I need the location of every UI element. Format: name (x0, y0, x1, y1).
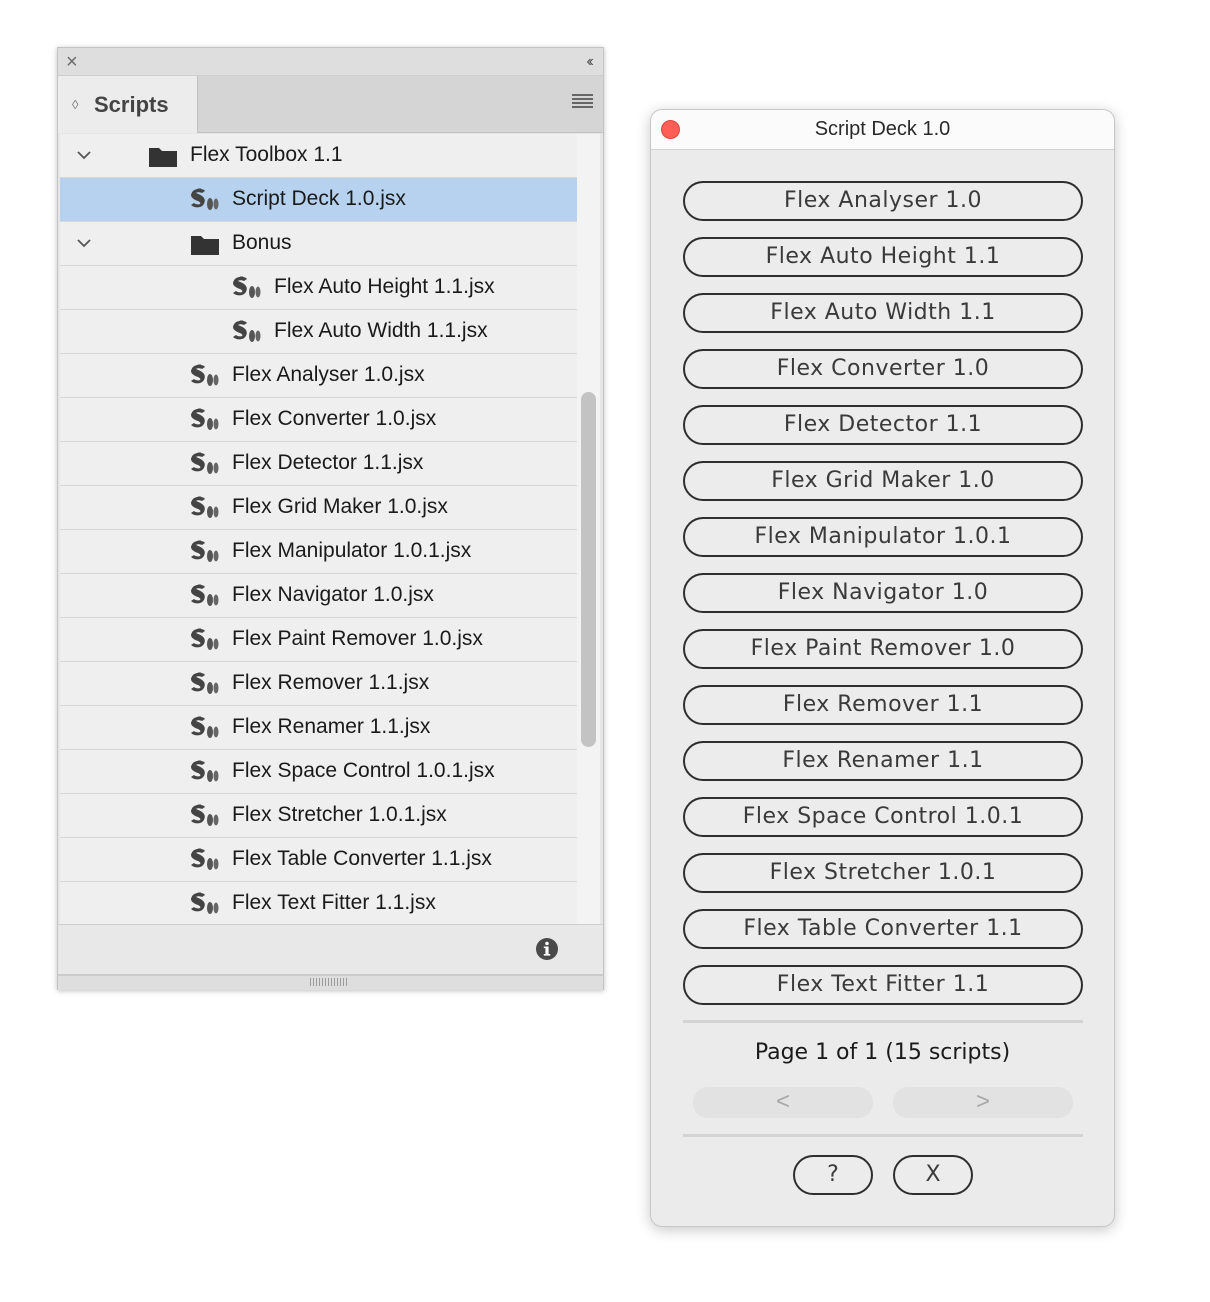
tree-list: Flex Toolbox 1.1 Script Deck 1.0.jsx Bonus… (60, 134, 577, 924)
hamburger-menu-icon[interactable] (572, 94, 593, 108)
folder-icon (190, 232, 220, 256)
prev-page-button[interactable]: < (693, 1087, 873, 1118)
script-icon (190, 716, 220, 740)
tree-script-row[interactable]: Flex Analyser 1.0.jsx (60, 354, 577, 398)
script-button[interactable]: Flex Navigator 1.0 (683, 573, 1083, 613)
script-button-list: Flex Analyser 1.0 Flex Auto Height 1.1 Fle… (683, 181, 1083, 1021)
updown-chevron-icon: ◊ (72, 97, 79, 112)
dialog-title-bar: Script Deck 1.0 (651, 110, 1114, 150)
tree-item-label: Flex Toolbox 1.1 (190, 143, 343, 166)
grip-lines (310, 978, 348, 986)
script-button[interactable]: Flex Manipulator 1.0.1 (683, 517, 1083, 557)
tree-item-label: Flex Grid Maker 1.0.jsx (232, 495, 448, 518)
tree-scrollbar[interactable] (577, 134, 600, 924)
tree-script-row[interactable]: Flex Manipulator 1.0.1.jsx (60, 530, 577, 574)
tree-item-label: Flex Table Converter 1.1.jsx (232, 847, 492, 870)
tree-item-label: Flex Remover 1.1.jsx (232, 671, 430, 694)
script-icon (190, 628, 220, 652)
tab-scripts[interactable]: ◊ Scripts (58, 76, 198, 133)
tree-script-row[interactable]: Flex Grid Maker 1.0.jsx (60, 486, 577, 530)
tree-script-row[interactable]: Flex Paint Remover 1.0.jsx (60, 618, 577, 662)
tree-script-row[interactable]: Flex Auto Height 1.1.jsx (60, 266, 577, 310)
divider (683, 1020, 1083, 1023)
tree-script-row[interactable]: Flex Converter 1.0.jsx (60, 398, 577, 442)
tree-script-row[interactable]: Flex Table Converter 1.1.jsx (60, 838, 577, 882)
script-icon (190, 804, 220, 828)
tree-item-label: Flex Auto Height 1.1.jsx (274, 275, 495, 298)
script-icon (232, 320, 262, 344)
script-icon (190, 540, 220, 564)
script-button[interactable]: Flex Detector 1.1 (683, 405, 1083, 445)
next-page-button[interactable]: > (893, 1087, 1073, 1118)
scripts-tree: Flex Toolbox 1.1 Script Deck 1.0.jsx Bonus… (60, 134, 600, 924)
script-button[interactable]: Flex Auto Height 1.1 (683, 237, 1083, 277)
chevron-down-icon[interactable] (74, 145, 94, 165)
script-icon (190, 364, 220, 388)
tree-item-label: Flex Stretcher 1.0.1.jsx (232, 803, 447, 826)
tree-item-label: Flex Auto Width 1.1.jsx (274, 319, 488, 342)
script-deck-dialog: Script Deck 1.0 Flex Analyser 1.0 Flex Au… (650, 109, 1115, 1227)
dialog-title: Script Deck 1.0 (814, 118, 951, 140)
close-dialog-button[interactable]: X (893, 1155, 973, 1195)
script-icon (190, 496, 220, 520)
tree-item-label: Flex Space Control 1.0.1.jsx (232, 759, 495, 782)
info-icon[interactable] (535, 937, 559, 961)
tree-script-row[interactable]: Flex Renamer 1.1.jsx (60, 706, 577, 750)
script-button[interactable]: Flex Paint Remover 1.0 (683, 629, 1083, 669)
script-button[interactable]: Flex Analyser 1.0 (683, 181, 1083, 221)
script-icon (190, 848, 220, 872)
panel-top-bar: × ‹‹ (58, 48, 603, 76)
panel-tab-row: ◊ Scripts (58, 76, 603, 133)
panel-footer (58, 924, 603, 974)
tree-script-row[interactable]: Script Deck 1.0.jsx (60, 178, 577, 222)
collapse-double-chevron-icon[interactable]: ‹‹ (586, 53, 593, 71)
script-icon (190, 892, 220, 916)
scripts-panel: × ‹‹ ◊ Scripts Flex Toolbox 1.1 Script De… (57, 47, 604, 990)
tree-script-row[interactable]: Flex Navigator 1.0.jsx (60, 574, 577, 618)
tree-script-row[interactable]: Flex Detector 1.1.jsx (60, 442, 577, 486)
script-icon (190, 672, 220, 696)
tab-label: Scripts (94, 91, 169, 117)
help-button[interactable]: ? (793, 1155, 873, 1195)
tree-script-row[interactable]: Flex Stretcher 1.0.1.jsx (60, 794, 577, 838)
script-button[interactable]: Flex Auto Width 1.1 (683, 293, 1083, 333)
script-button[interactable]: Flex Remover 1.1 (683, 685, 1083, 725)
script-button[interactable]: Flex Table Converter 1.1 (683, 909, 1083, 949)
divider (683, 1134, 1083, 1137)
script-icon (190, 188, 220, 212)
tree-item-label: Flex Analyser 1.0.jsx (232, 363, 425, 386)
script-icon (190, 408, 220, 432)
chevron-down-icon[interactable] (74, 233, 94, 253)
tree-item-label: Script Deck 1.0.jsx (232, 187, 406, 210)
script-button[interactable]: Flex Grid Maker 1.0 (683, 461, 1083, 501)
script-icon (190, 584, 220, 608)
script-icon (190, 452, 220, 476)
tree-script-row[interactable]: Flex Remover 1.1.jsx (60, 662, 577, 706)
page-info: Page 1 of 1 (15 scripts) (754, 1040, 1011, 1065)
script-button[interactable]: Flex Renamer 1.1 (683, 741, 1083, 781)
tree-script-row[interactable]: Flex Auto Width 1.1.jsx (60, 310, 577, 354)
script-button[interactable]: Flex Space Control 1.0.1 (683, 797, 1083, 837)
script-icon (190, 760, 220, 784)
tree-folder-row[interactable]: Bonus (60, 222, 577, 266)
folder-icon (148, 144, 178, 168)
scrollbar-thumb[interactable] (581, 392, 596, 747)
tree-item-label: Flex Text Fitter 1.1.jsx (232, 891, 436, 914)
script-button[interactable]: Flex Text Fitter 1.1 (683, 965, 1083, 1005)
tree-item-label: Flex Navigator 1.0.jsx (232, 583, 434, 606)
tree-item-label: Flex Renamer 1.1.jsx (232, 715, 431, 738)
tree-item-label: Flex Paint Remover 1.0.jsx (232, 627, 483, 650)
tree-item-label: Bonus (232, 231, 292, 254)
tree-item-label: Flex Detector 1.1.jsx (232, 451, 424, 474)
tree-script-row[interactable]: Flex Space Control 1.0.1.jsx (60, 750, 577, 794)
tree-item-label: Flex Converter 1.0.jsx (232, 407, 437, 430)
script-icon (232, 276, 262, 300)
resize-grip[interactable] (58, 974, 603, 990)
tree-folder-row[interactable]: Flex Toolbox 1.1 (60, 134, 577, 178)
tree-item-label: Flex Manipulator 1.0.1.jsx (232, 539, 472, 562)
tree-script-row[interactable]: Flex Text Fitter 1.1.jsx (60, 882, 577, 924)
close-icon[interactable]: × (66, 52, 78, 72)
script-button[interactable]: Flex Converter 1.0 (683, 349, 1083, 389)
script-button[interactable]: Flex Stretcher 1.0.1 (683, 853, 1083, 893)
